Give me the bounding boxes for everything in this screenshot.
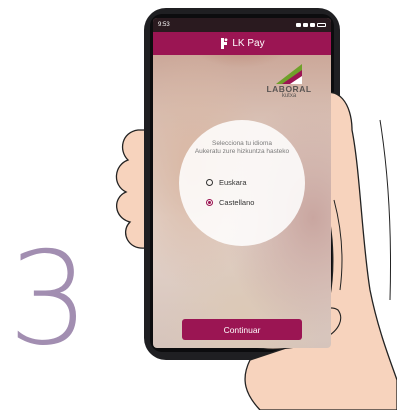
notification-icon: [296, 23, 301, 27]
battery-icon: [317, 23, 326, 27]
radio-euskara[interactable]: [206, 179, 213, 186]
status-icons: [296, 23, 326, 27]
language-option-castellano[interactable]: Castellano: [206, 198, 254, 207]
status-time: 9:53: [158, 22, 170, 28]
prompt-line-1: Selecciona tu idioma: [212, 140, 272, 147]
prompt-line-2: Aukeratu zure hizkuntza hasteko: [194, 148, 290, 155]
radio-castellano[interactable]: [206, 199, 213, 206]
step-number: 3: [8, 225, 90, 374]
language-prompt: Selecciona tu idioma Aukeratu zure hizku…: [153, 140, 331, 156]
lk-pay-icon: [221, 38, 228, 49]
option-label-euskara: Euskara: [219, 178, 247, 187]
continue-button[interactable]: Continuar: [182, 319, 302, 340]
wifi-icon: [303, 23, 308, 27]
app-title: LK Pay: [232, 38, 265, 49]
signal-icon: [310, 23, 315, 27]
language-option-euskara[interactable]: Euskara: [206, 178, 247, 187]
hand-outline-edge: [379, 119, 391, 301]
logo-mark-icon: [276, 64, 302, 84]
laboral-kutxa-logo: LABORAL kutxa: [258, 64, 320, 99]
phone-screen: 9:53 LK Pay LABORAL kutxa Selecciona tu …: [153, 18, 331, 348]
status-bar: 9:53: [153, 18, 331, 32]
app-bar: LK Pay: [153, 32, 331, 55]
option-label-castellano: Castellano: [219, 198, 255, 207]
